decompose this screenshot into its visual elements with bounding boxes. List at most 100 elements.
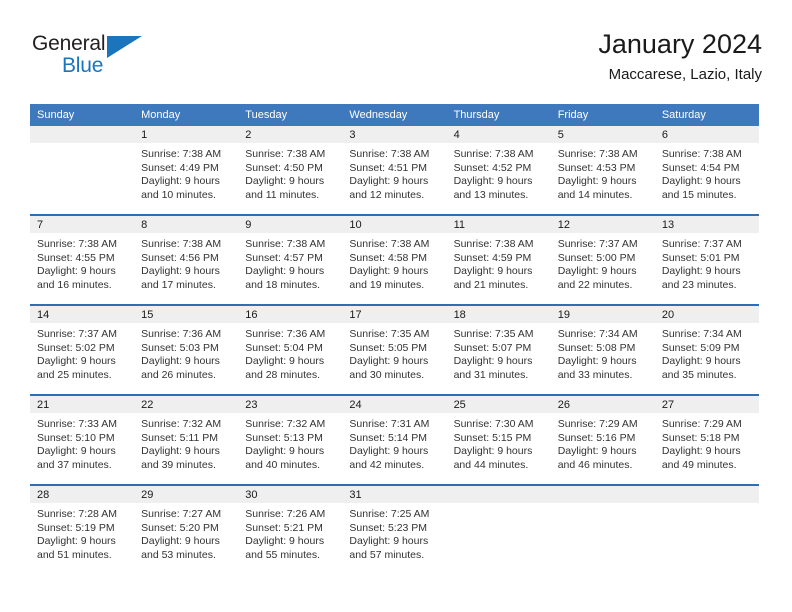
day-number: 3 xyxy=(342,126,447,143)
calendar-day-cell[interactable]: 17 Sunrise: 7:35 AM Sunset: 5:05 PM Dayligh… xyxy=(342,304,447,395)
calendar-day-cell[interactable]: 7 Sunrise: 7:38 AM Sunset: 4:55 PM Daylight… xyxy=(30,214,135,305)
daylight-duration-line2: and 19 minutes. xyxy=(349,278,425,291)
page-title: January 2024 xyxy=(598,29,762,59)
daylight-duration-line1: Daylight: 9 hours xyxy=(245,535,325,548)
daylight-duration-line1: Daylight: 9 hours xyxy=(245,355,325,368)
sunset-time: Sunset: 4:54 PM xyxy=(661,161,740,174)
calendar-day-cell[interactable]: 1 Sunrise: 7:38 AM Sunset: 4:49 PM Daylight… xyxy=(134,126,239,215)
day-details: Sunrise: 7:25 AM Sunset: 5:23 PM Daylight:… xyxy=(342,503,446,562)
calendar-day-cell[interactable]: 23 Sunrise: 7:32 AM Sunset: 5:13 PM Dayligh… xyxy=(238,394,343,485)
calendar-day-cell[interactable]: 21 Sunrise: 7:33 AM Sunset: 5:10 PM Dayligh… xyxy=(30,394,135,485)
daylight-duration-line2: and 31 minutes. xyxy=(453,368,529,381)
sunrise-time: Sunrise: 7:27 AM xyxy=(141,508,222,520)
calendar-day-cell-inner xyxy=(550,486,655,574)
daylight-duration-line1: Daylight: 9 hours xyxy=(557,265,637,278)
weekday-header-monday: Monday xyxy=(134,104,239,126)
calendar-day-cell[interactable]: 6 Sunrise: 7:38 AM Sunset: 4:54 PM Daylight… xyxy=(654,126,759,215)
sunset-time: Sunset: 5:18 PM xyxy=(661,431,740,444)
day-details: Sunrise: 7:38 AM Sunset: 4:51 PM Daylight:… xyxy=(342,143,446,202)
day-number: 12 xyxy=(550,216,655,233)
sunrise-time: Sunrise: 7:35 AM xyxy=(349,328,430,340)
calendar-day-cell[interactable]: 30 Sunrise: 7:26 AM Sunset: 5:21 PM Dayligh… xyxy=(238,484,343,574)
day-details: Sunrise: 7:34 AM Sunset: 5:08 PM Daylight:… xyxy=(551,323,655,382)
daylight-duration-line1: Daylight: 9 hours xyxy=(349,445,429,458)
calendar-day-cell[interactable]: 31 Sunrise: 7:25 AM Sunset: 5:23 PM Dayligh… xyxy=(342,484,447,574)
daylight-duration-line2: and 42 minutes. xyxy=(349,458,425,471)
calendar-day-cell[interactable]: 5 Sunrise: 7:38 AM Sunset: 4:53 PM Daylight… xyxy=(550,126,655,215)
daylight-duration-line2: and 26 minutes. xyxy=(141,368,216,381)
day-details: Sunrise: 7:38 AM Sunset: 4:49 PM Daylight:… xyxy=(134,143,238,202)
calendar-day-cell-inner: 19 Sunrise: 7:34 AM Sunset: 5:08 PM Dayligh… xyxy=(550,306,655,394)
calendar-day-cell[interactable]: 18 Sunrise: 7:35 AM Sunset: 5:07 PM Dayligh… xyxy=(446,304,551,395)
daylight-duration-line2: and 18 minutes. xyxy=(245,278,320,291)
daylight-duration-line1: Daylight: 9 hours xyxy=(245,265,325,278)
day-details: Sunrise: 7:37 AM Sunset: 5:00 PM Daylight:… xyxy=(551,233,655,292)
calendar-day-cell[interactable]: 8 Sunrise: 7:38 AM Sunset: 4:56 PM Daylight… xyxy=(134,214,239,305)
daylight-duration-line1: Daylight: 9 hours xyxy=(141,265,220,278)
day-number: 19 xyxy=(550,306,655,323)
day-details: Sunrise: 7:30 AM Sunset: 5:15 PM Daylight:… xyxy=(447,413,551,472)
calendar-day-cell[interactable]: 11 Sunrise: 7:38 AM Sunset: 4:59 PM Dayligh… xyxy=(446,214,551,305)
sunset-time: Sunset: 5:08 PM xyxy=(557,341,636,354)
calendar-day-cell[interactable]: 15 Sunrise: 7:36 AM Sunset: 5:03 PM Dayligh… xyxy=(134,304,239,395)
daylight-duration-line2: and 13 minutes. xyxy=(453,188,529,201)
sunrise-time: Sunrise: 7:38 AM xyxy=(661,148,742,160)
calendar-day-cell[interactable]: 2 Sunrise: 7:38 AM Sunset: 4:50 PM Daylight… xyxy=(238,126,343,215)
calendar-day-cell[interactable]: 4 Sunrise: 7:38 AM Sunset: 4:52 PM Daylight… xyxy=(446,126,551,215)
daylight-duration-line1: Daylight: 9 hours xyxy=(349,265,429,278)
calendar-day-cell[interactable]: 10 Sunrise: 7:38 AM Sunset: 4:58 PM Dayligh… xyxy=(342,214,447,305)
calendar-day-cell[interactable]: 19 Sunrise: 7:34 AM Sunset: 5:08 PM Dayligh… xyxy=(550,304,655,395)
calendar-day-cell[interactable]: 24 Sunrise: 7:31 AM Sunset: 5:14 PM Dayligh… xyxy=(342,394,447,485)
calendar-day-cell-inner: 6 Sunrise: 7:38 AM Sunset: 4:54 PM Daylight… xyxy=(654,126,759,214)
calendar-day-cell-inner: 18 Sunrise: 7:35 AM Sunset: 5:07 PM Dayligh… xyxy=(446,306,551,394)
calendar-day-cell[interactable]: 14 Sunrise: 7:37 AM Sunset: 5:02 PM Dayligh… xyxy=(30,304,135,395)
sunrise-time: Sunrise: 7:26 AM xyxy=(245,508,326,520)
sunrise-time: Sunrise: 7:38 AM xyxy=(349,238,430,250)
daylight-duration-line1: Daylight: 9 hours xyxy=(349,355,429,368)
calendar-day-cell[interactable]: 12 Sunrise: 7:37 AM Sunset: 5:00 PM Dayligh… xyxy=(550,214,655,305)
day-details: Sunrise: 7:36 AM Sunset: 5:04 PM Daylight:… xyxy=(238,323,342,382)
day-details: Sunrise: 7:38 AM Sunset: 4:50 PM Daylight:… xyxy=(238,143,342,202)
calendar-day-cell-empty xyxy=(654,484,759,574)
sunrise-time: Sunrise: 7:33 AM xyxy=(37,418,117,430)
calendar-day-cell[interactable]: 3 Sunrise: 7:38 AM Sunset: 4:51 PM Daylight… xyxy=(342,126,447,215)
calendar-day-cell[interactable]: 27 Sunrise: 7:29 AM Sunset: 5:18 PM Dayligh… xyxy=(654,394,759,485)
calendar-day-cell[interactable]: 29 Sunrise: 7:27 AM Sunset: 5:20 PM Dayligh… xyxy=(134,484,239,574)
calendar-day-cell[interactable]: 25 Sunrise: 7:30 AM Sunset: 5:15 PM Dayligh… xyxy=(446,394,551,485)
day-number: 10 xyxy=(342,216,447,233)
day-number: 5 xyxy=(550,126,655,143)
day-number: 7 xyxy=(30,216,135,233)
sunset-time: Sunset: 4:50 PM xyxy=(245,161,323,174)
calendar-day-cell-inner: 30 Sunrise: 7:26 AM Sunset: 5:21 PM Dayligh… xyxy=(238,486,343,574)
sunset-time: Sunset: 5:05 PM xyxy=(349,341,428,354)
calendar-day-cell-inner: 9 Sunrise: 7:38 AM Sunset: 4:57 PM Daylight… xyxy=(238,216,343,304)
day-number: 14 xyxy=(30,306,135,323)
calendar-day-cell[interactable]: 20 Sunrise: 7:34 AM Sunset: 5:09 PM Dayligh… xyxy=(654,304,759,395)
daylight-duration-line1: Daylight: 9 hours xyxy=(661,355,741,368)
daylight-duration-line2: and 40 minutes. xyxy=(245,458,320,471)
daylight-duration-line1: Daylight: 9 hours xyxy=(661,265,741,278)
calendar-day-cell-inner: 11 Sunrise: 7:38 AM Sunset: 4:59 PM Dayligh… xyxy=(446,216,551,304)
sunset-time: Sunset: 5:15 PM xyxy=(453,431,532,444)
calendar-day-cell[interactable]: 16 Sunrise: 7:36 AM Sunset: 5:04 PM Dayligh… xyxy=(238,304,343,395)
general-blue-logo[interactable]: General Blue xyxy=(32,32,172,88)
sunrise-time: Sunrise: 7:38 AM xyxy=(245,238,326,250)
calendar-day-cell-inner: 5 Sunrise: 7:38 AM Sunset: 4:53 PM Daylight… xyxy=(550,126,655,214)
calendar-day-cell[interactable]: 9 Sunrise: 7:38 AM Sunset: 4:57 PM Daylight… xyxy=(238,214,343,305)
calendar-day-cell[interactable]: 28 Sunrise: 7:28 AM Sunset: 5:19 PM Dayligh… xyxy=(30,484,135,574)
calendar-week-row: 28 Sunrise: 7:28 AM Sunset: 5:19 PM Dayligh… xyxy=(30,484,759,574)
sunrise-time: Sunrise: 7:31 AM xyxy=(349,418,430,430)
day-number: 2 xyxy=(238,126,343,143)
daylight-duration-line1: Daylight: 9 hours xyxy=(557,175,637,188)
sunset-time: Sunset: 5:23 PM xyxy=(349,521,428,534)
day-number xyxy=(654,486,759,503)
calendar-day-cell-inner: 13 Sunrise: 7:37 AM Sunset: 5:01 PM Dayligh… xyxy=(654,216,759,304)
sunrise-time: Sunrise: 7:38 AM xyxy=(141,238,222,250)
weekday-header-saturday: Saturday xyxy=(654,104,759,126)
daylight-duration-line1: Daylight: 9 hours xyxy=(141,175,220,188)
calendar-day-cell-inner: 22 Sunrise: 7:32 AM Sunset: 5:11 PM Dayligh… xyxy=(134,396,239,484)
calendar-day-cell[interactable]: 13 Sunrise: 7:37 AM Sunset: 5:01 PM Dayligh… xyxy=(654,214,759,305)
calendar-day-cell[interactable]: 26 Sunrise: 7:29 AM Sunset: 5:16 PM Dayligh… xyxy=(550,394,655,485)
calendar-day-cell[interactable]: 22 Sunrise: 7:32 AM Sunset: 5:11 PM Dayligh… xyxy=(134,394,239,485)
sunrise-time: Sunrise: 7:36 AM xyxy=(245,328,326,340)
